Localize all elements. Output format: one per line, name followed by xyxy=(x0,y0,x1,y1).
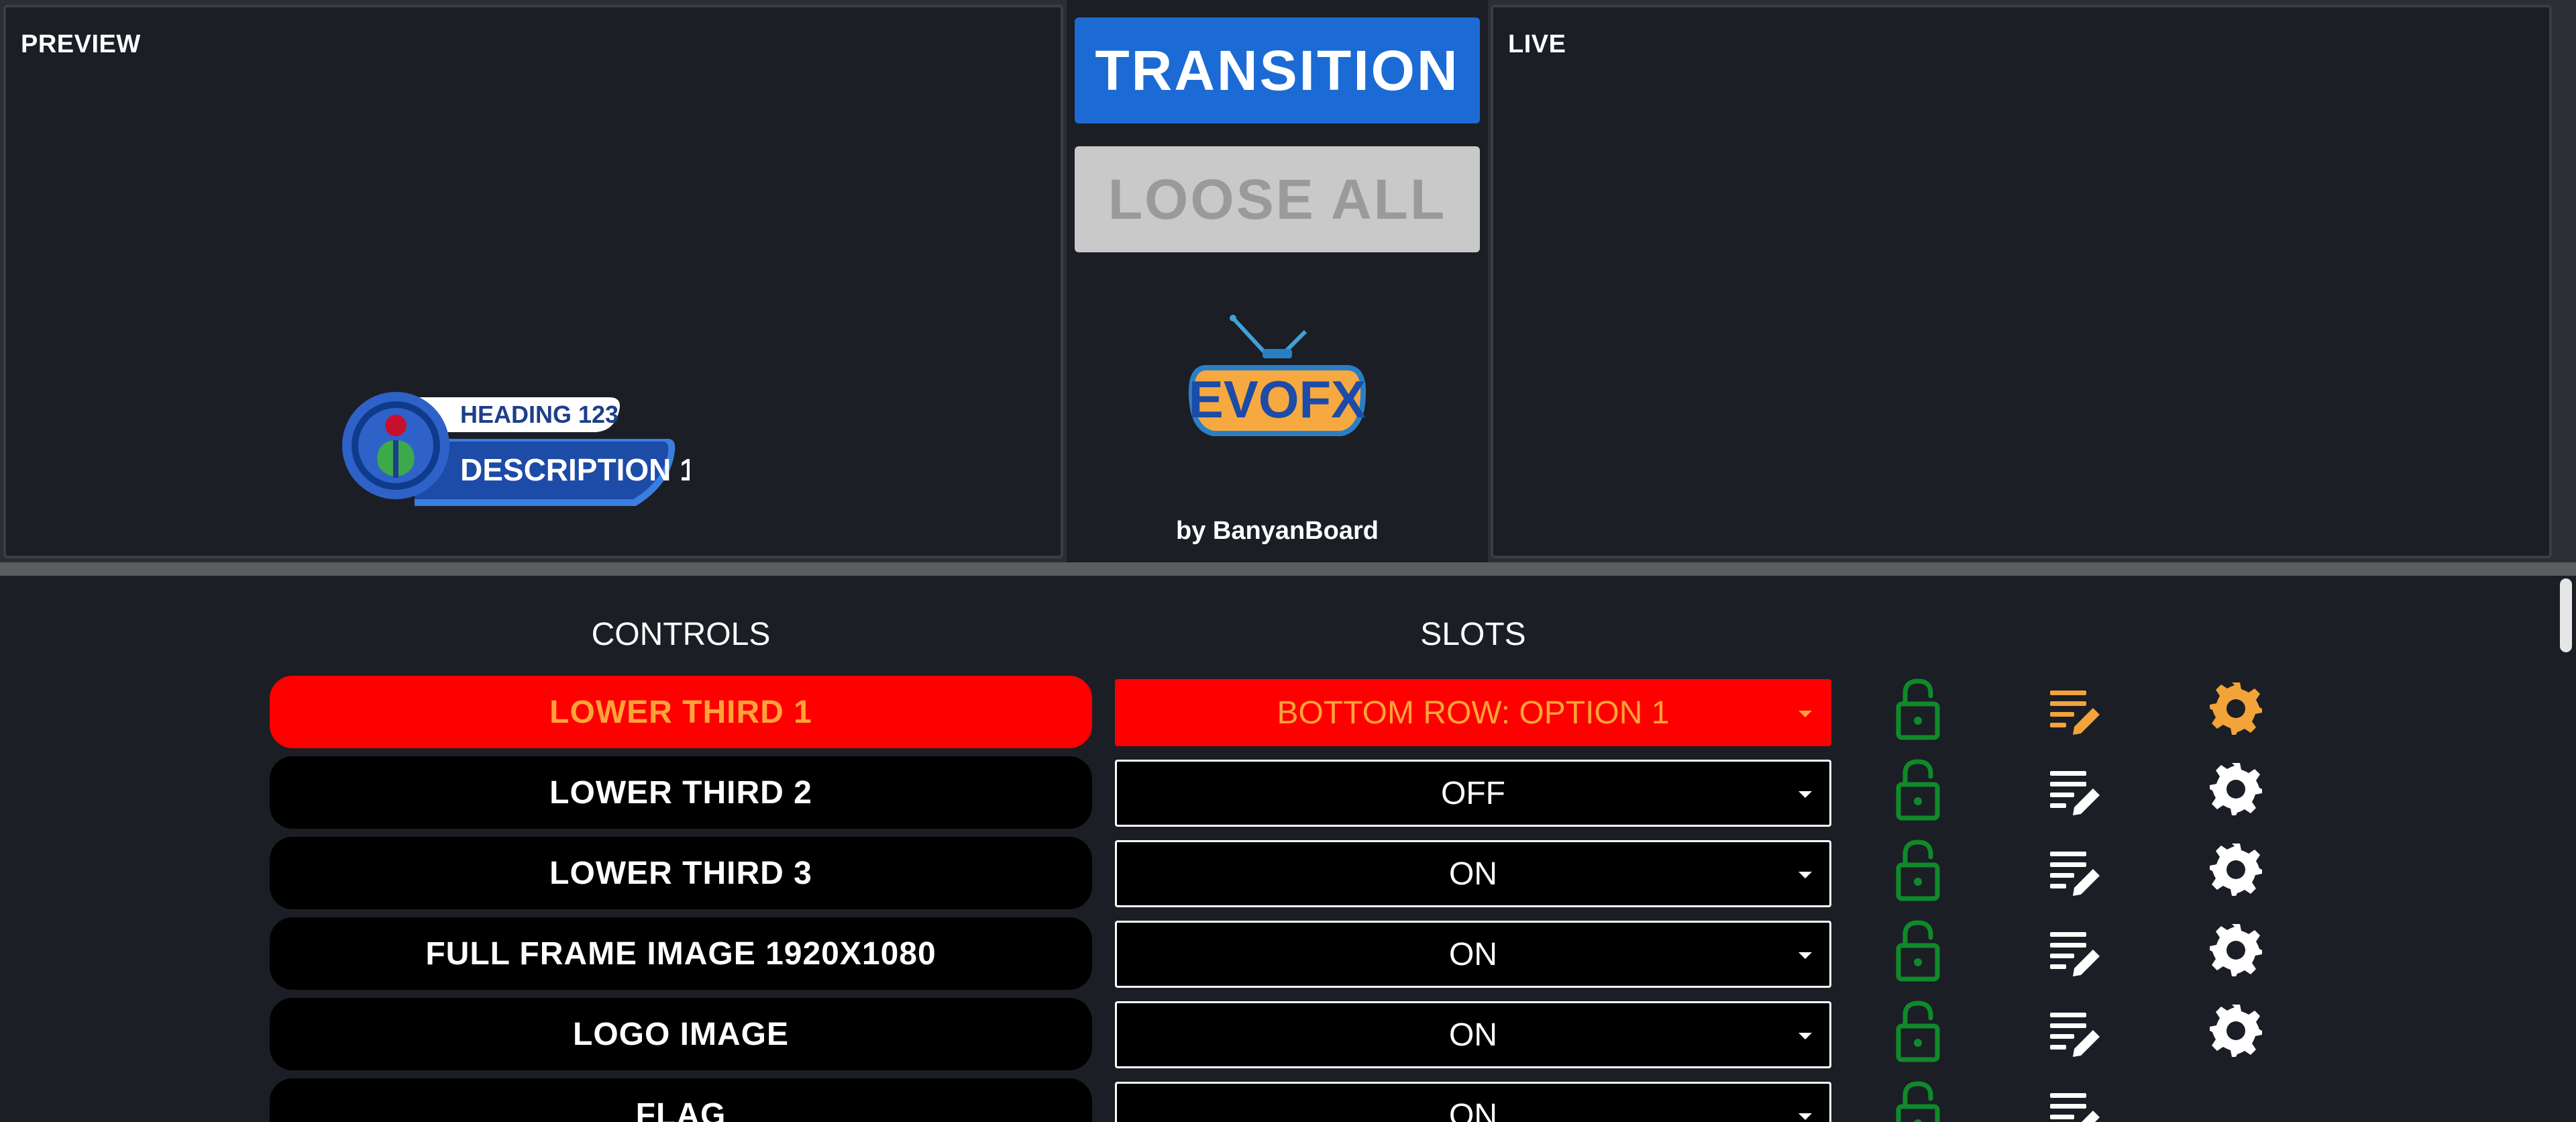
unlocked-lock-icon[interactable] xyxy=(1894,838,1941,903)
top-panel: PREVIEW HEADING 123 DESCRIPTION 1 TRANSI… xyxy=(0,0,2576,562)
slot-dropdown[interactable]: ON xyxy=(1115,921,1831,988)
edit-text-icon[interactable] xyxy=(2049,1010,2102,1061)
caret-down-icon xyxy=(1799,1113,1812,1120)
caret-down-icon xyxy=(1799,1033,1812,1039)
slot-dropdown[interactable]: ON xyxy=(1115,1001,1831,1068)
gear-icon[interactable] xyxy=(2208,762,2263,817)
unlocked-lock-icon[interactable] xyxy=(1894,1080,1941,1122)
lower-third-description: DESCRIPTION 1 xyxy=(460,452,690,487)
edit-text-icon[interactable] xyxy=(2049,768,2102,819)
live-monitor: LIVE xyxy=(1491,5,2552,558)
control-button[interactable]: LOWER THIRD 1 xyxy=(270,676,1092,748)
slot-dropdown[interactable]: ON xyxy=(1115,840,1831,907)
caret-down-icon xyxy=(1799,952,1812,959)
scrollbar-thumb[interactable] xyxy=(2560,578,2572,652)
edit-text-icon[interactable] xyxy=(2049,1090,2102,1122)
evofx-logo: EVOFX xyxy=(1189,315,1366,436)
slot-value: ON xyxy=(1449,936,1497,972)
slot-value: ON xyxy=(1449,1017,1497,1053)
preview-monitor: PREVIEW HEADING 123 DESCRIPTION 1 xyxy=(3,5,1063,558)
slot-dropdown[interactable]: OFF xyxy=(1115,760,1831,827)
slot-dropdown[interactable]: ON xyxy=(1115,1082,1831,1122)
edit-text-icon[interactable] xyxy=(2049,849,2102,900)
loose-all-button[interactable]: LOOSE ALL xyxy=(1075,146,1480,252)
caret-down-icon xyxy=(1799,872,1812,878)
gear-icon[interactable] xyxy=(2208,681,2263,736)
controls-panel: CONTROLS SLOTS LOWER THIRD 1 BOTTOM ROW:… xyxy=(0,576,2576,1122)
control-button[interactable]: LOGO IMAGE xyxy=(270,998,1092,1070)
byline: by BanyanBoard xyxy=(1176,517,1379,545)
slot-value: ON xyxy=(1449,1097,1497,1122)
preview-label: PREVIEW xyxy=(21,30,141,58)
slots-header: SLOTS xyxy=(1420,617,1526,652)
control-button[interactable]: LOWER THIRD 3 xyxy=(270,837,1092,909)
edit-text-icon[interactable] xyxy=(2049,688,2102,739)
caret-down-icon xyxy=(1799,711,1812,717)
control-row: LOWER THIRD 2 OFF xyxy=(0,756,2549,830)
caret-down-icon xyxy=(1799,791,1812,798)
unlocked-lock-icon[interactable] xyxy=(1894,999,1941,1064)
panel-divider[interactable] xyxy=(0,562,2576,576)
control-row: FULL FRAME IMAGE 1920X1080 ON xyxy=(0,917,2549,991)
live-label: LIVE xyxy=(1508,30,1566,58)
slot-value: OFF xyxy=(1441,775,1505,811)
control-row: LOWER THIRD 1 BOTTOM ROW: OPTION 1 xyxy=(0,676,2549,750)
logo-text: EVOFX xyxy=(1189,370,1366,429)
control-button[interactable]: FLAG xyxy=(270,1078,1092,1122)
control-button[interactable]: FULL FRAME IMAGE 1920X1080 xyxy=(270,917,1092,990)
transition-button[interactable]: TRANSITION xyxy=(1075,17,1480,123)
unlocked-lock-icon[interactable] xyxy=(1894,677,1941,742)
slot-value: ON xyxy=(1449,856,1497,892)
gear-icon[interactable] xyxy=(2208,842,2263,897)
lower-third-heading: HEADING 123 xyxy=(460,401,619,428)
center-controls: TRANSITION LOOSE ALL EVOFX by BanyanBoar… xyxy=(1067,0,1488,562)
lower-third-graphic: HEADING 123 DESCRIPTION 1 xyxy=(342,392,690,506)
control-button[interactable]: LOWER THIRD 2 xyxy=(270,756,1092,829)
unlocked-lock-icon[interactable] xyxy=(1894,758,1941,822)
control-row: LOGO IMAGE ON xyxy=(0,998,2549,1072)
vertical-scrollbar[interactable] xyxy=(2556,576,2576,1122)
control-row: LOWER THIRD 3 ON xyxy=(0,837,2549,911)
controls-header: CONTROLS xyxy=(591,617,771,652)
slot-value: BOTTOM ROW: OPTION 1 xyxy=(1277,695,1670,731)
edit-text-icon[interactable] xyxy=(2049,929,2102,980)
control-row: FLAG ON xyxy=(0,1078,2549,1122)
unlocked-lock-icon[interactable] xyxy=(1894,919,1941,983)
gear-icon[interactable] xyxy=(2208,923,2263,978)
gear-icon[interactable] xyxy=(2208,1003,2263,1058)
slot-dropdown[interactable]: BOTTOM ROW: OPTION 1 xyxy=(1115,679,1831,746)
